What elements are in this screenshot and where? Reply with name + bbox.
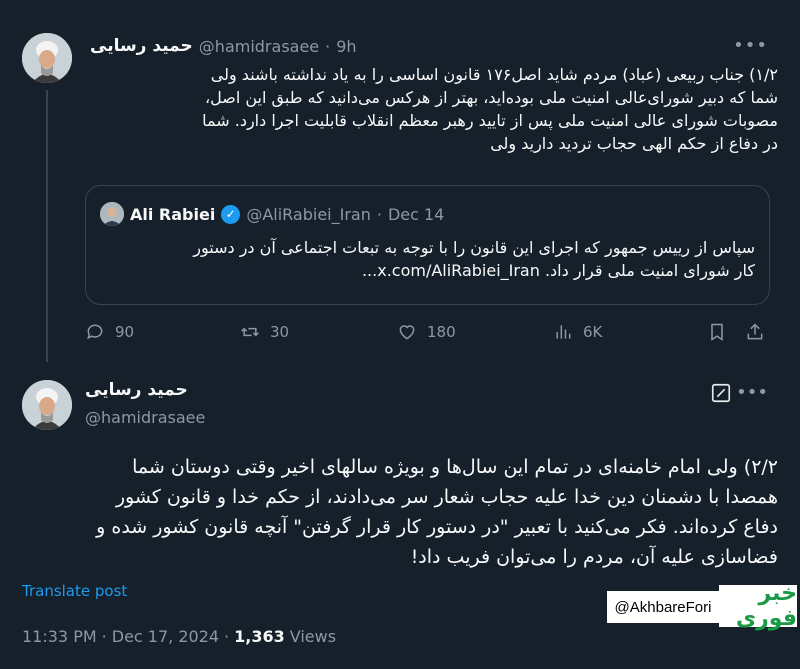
- author-name[interactable]: حمید رسایی: [90, 36, 193, 56]
- analytics-icon: [556, 325, 571, 339]
- tweet1-header: حمید رسایی @hamidrasaee · 9h: [90, 35, 770, 57]
- quote-author-name: Ali Rabiei: [130, 204, 216, 224]
- like-button[interactable]: 180: [397, 322, 456, 342]
- separator-dot: ·: [376, 204, 382, 224]
- thread-line: [46, 90, 48, 362]
- edit-icon[interactable]: [710, 382, 732, 404]
- views-label: Views: [289, 627, 337, 646]
- author-handle[interactable]: @hamidrasaee: [199, 37, 319, 56]
- tweet1-text: ۱/۲) جناب ربیعی (عباد) مردم شاید اصل۱۷۶ …: [202, 65, 778, 153]
- verified-badge-icon: ✓: [221, 204, 241, 224]
- quoted-post[interactable]: Ali Rabiei ✓ @AliRabiei_Iran · Dec 14 سپ…: [85, 185, 770, 305]
- quote-author-handle: @AliRabiei_Iran: [246, 204, 371, 224]
- views-count: 6K: [583, 323, 603, 341]
- views-count: 1,363: [234, 627, 285, 646]
- separator-dot: ·: [101, 627, 107, 646]
- more-options-icon[interactable]: •••: [733, 35, 768, 56]
- heart-icon: [399, 325, 415, 340]
- quote-header: Ali Rabiei ✓ @AliRabiei_Iran · Dec 14: [100, 202, 444, 226]
- bookmark-icon: [711, 323, 723, 341]
- post-meta: 11:33 PM · Dec 17, 2024 · 1,363 Views: [22, 627, 336, 646]
- watermark-handle: @AkhbareFori: [607, 591, 719, 623]
- reply-button[interactable]: 90: [85, 322, 134, 342]
- post-date[interactable]: Dec 17, 2024: [112, 627, 219, 646]
- views-button[interactable]: 6K: [553, 322, 602, 342]
- tweet2-text: ۲/۲) ولی امام خامنه‌ای در تمام این سال‌ه…: [96, 456, 778, 568]
- post-actions: 90 30 180 6K: [85, 322, 775, 346]
- repost-count: 30: [270, 323, 290, 341]
- avatar[interactable]: [22, 380, 72, 430]
- reply-count: 90: [115, 323, 135, 341]
- watermark-logo: خبر فوری: [719, 581, 797, 631]
- reply-icon: [87, 324, 103, 340]
- separator-dot: ·: [325, 36, 331, 56]
- author-name[interactable]: حمید رسایی: [85, 380, 188, 400]
- repost-icon: [241, 327, 259, 337]
- avatar[interactable]: [22, 33, 72, 83]
- separator-dot: ·: [224, 627, 230, 646]
- repost-button[interactable]: 30: [240, 322, 289, 342]
- author-handle[interactable]: @hamidrasaee: [85, 408, 205, 427]
- post-time[interactable]: 9h: [336, 37, 356, 56]
- quote-avatar: [100, 202, 124, 226]
- quote-date: Dec 14: [387, 204, 445, 224]
- watermark: @AkhbareFori خبر فوری: [607, 581, 797, 631]
- like-count: 180: [427, 323, 456, 341]
- bookmark-button[interactable]: [707, 322, 727, 342]
- post-time[interactable]: 11:33 PM: [22, 627, 97, 646]
- share-button[interactable]: [745, 322, 765, 342]
- share-icon: [747, 323, 763, 340]
- translate-post-link[interactable]: Translate post: [22, 582, 127, 600]
- more-options-icon[interactable]: •••: [736, 382, 768, 403]
- quote-text: سپاس از رییس جمهور که اجرای این قانون را…: [193, 238, 755, 280]
